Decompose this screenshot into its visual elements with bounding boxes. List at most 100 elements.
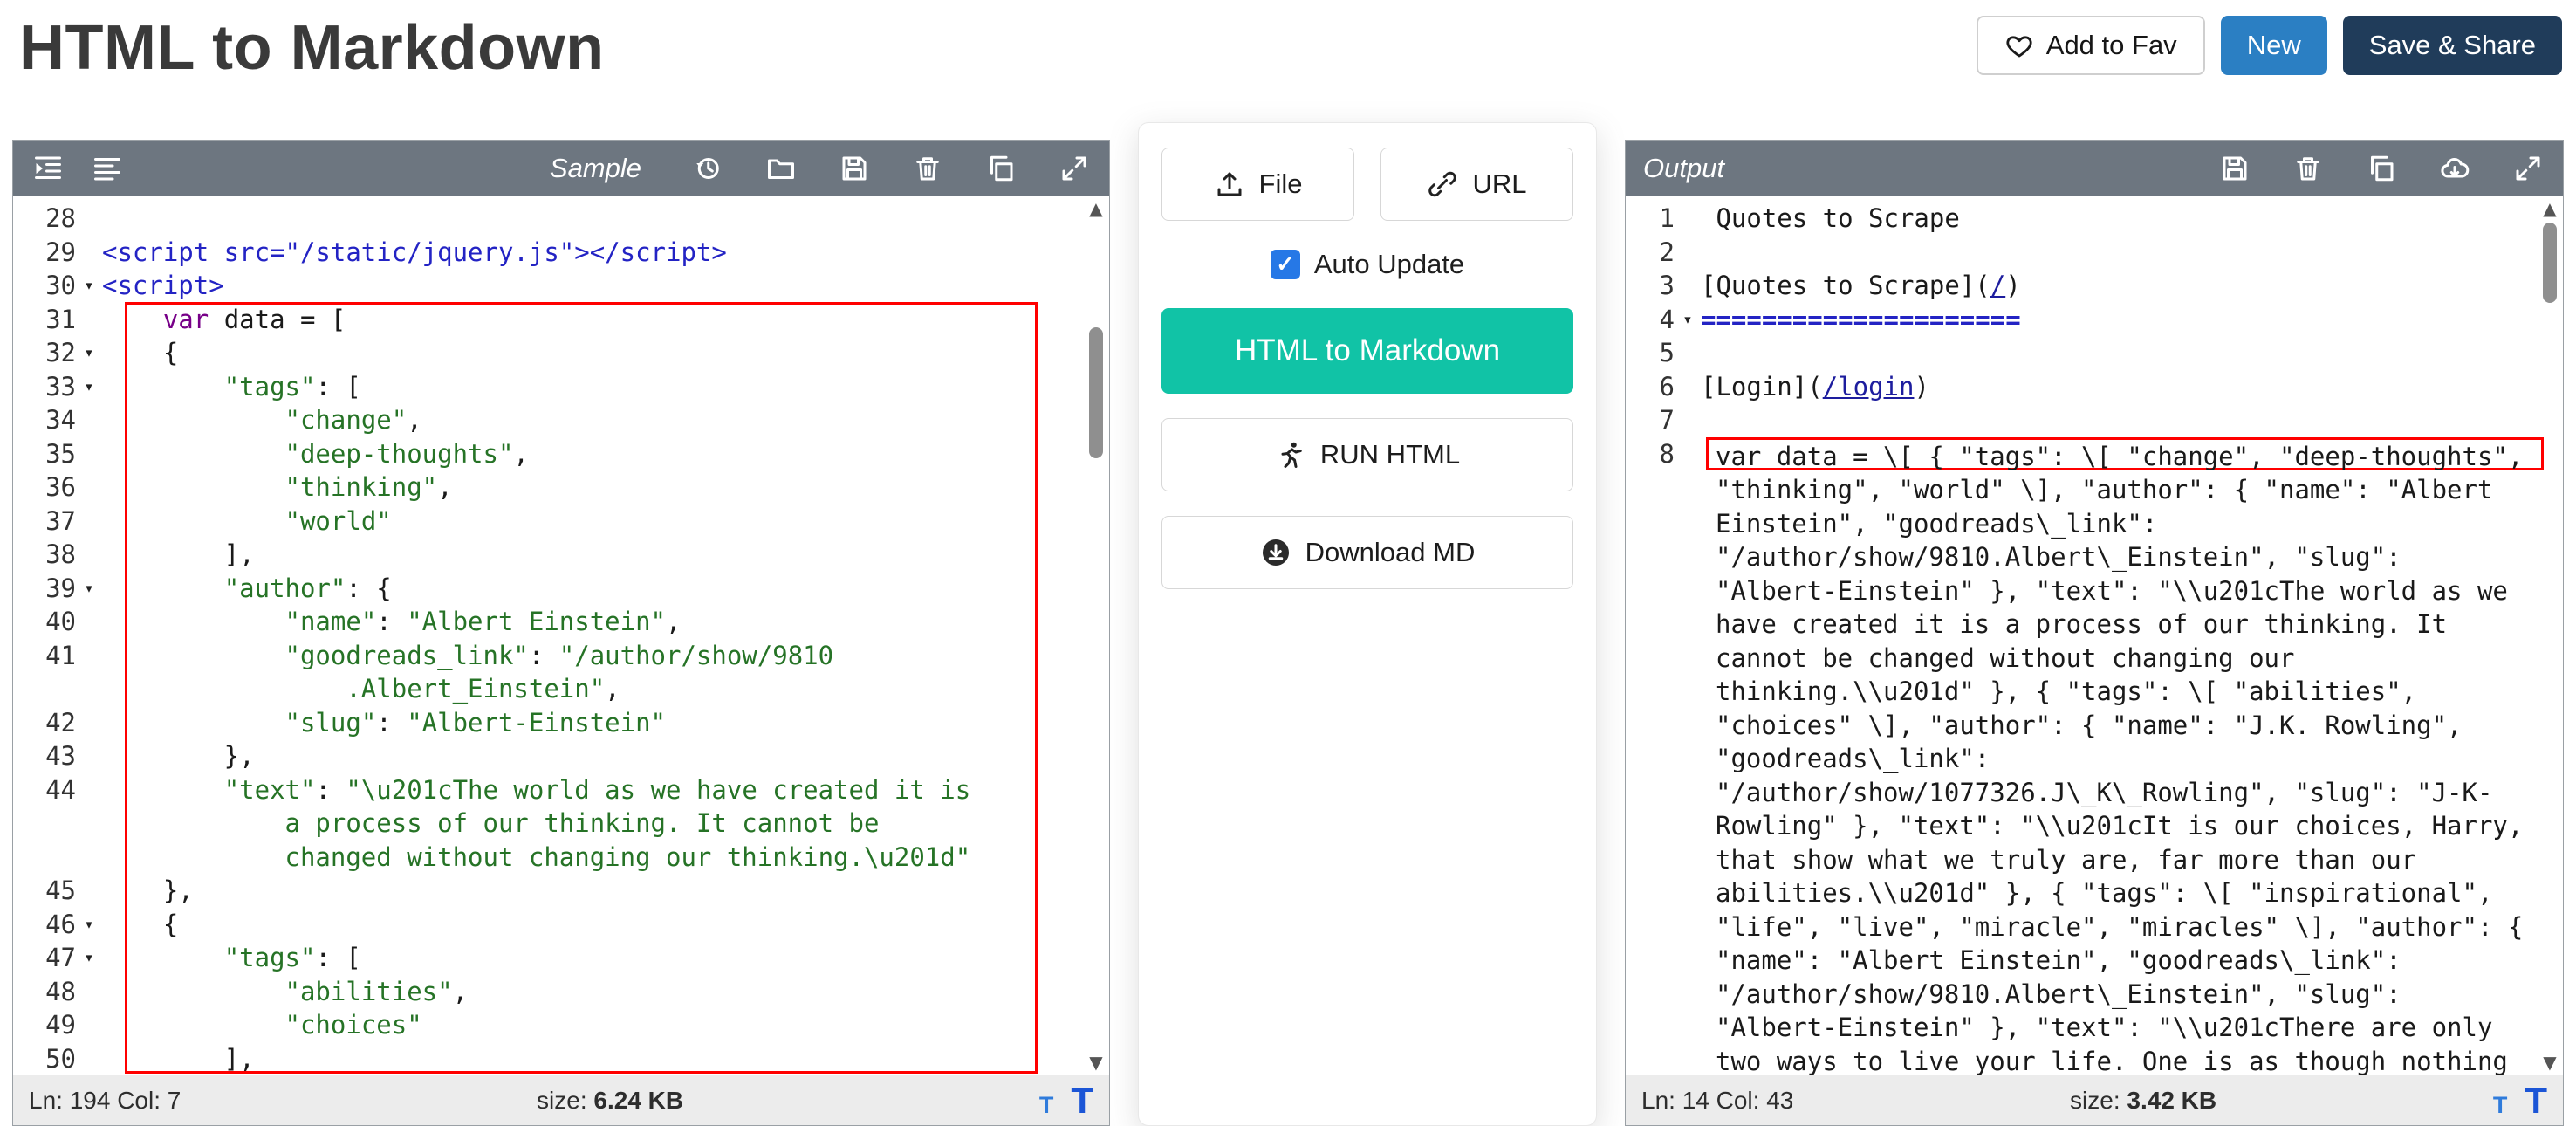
input-toolbar-icons [690, 151, 1092, 186]
file-button-label: File [1259, 168, 1303, 200]
folder-open-icon[interactable] [764, 151, 798, 186]
input-size-value: 6.24 KB [593, 1087, 683, 1114]
code-line: .Albert_Einstein", [13, 672, 1109, 706]
font-increase-button[interactable]: T [2525, 1080, 2547, 1122]
output-vertical-scrollbar[interactable]: ▲ ▼ [2537, 196, 2563, 1075]
copy-icon[interactable] [2364, 151, 2399, 186]
input-code-area[interactable]: 2829<script src="/static/jquery.js"></sc… [13, 196, 1109, 1075]
font-decrease-button[interactable]: T [2493, 1092, 2508, 1119]
code-line: 40 "name": "Albert Einstein", [13, 605, 1109, 639]
code-line: 48 "abilities", [13, 975, 1109, 1009]
source-buttons-row: File URL [1161, 148, 1573, 221]
auto-update-label: Auto Update [1314, 249, 1464, 280]
heart-icon [2004, 31, 2034, 60]
output-label: Output [1643, 153, 1724, 184]
main: Sample 2829<script src="/static/jquery.j… [0, 110, 2576, 1126]
auto-update-checkbox[interactable]: ✓ [1271, 250, 1300, 279]
output-font-controls: T T [2493, 1080, 2547, 1122]
output-paragraph-line-number: 8 [1626, 437, 1675, 471]
font-decrease-button[interactable]: T [1039, 1092, 1054, 1119]
code-line: 5 [1626, 336, 2563, 370]
trash-icon[interactable] [2291, 151, 2326, 186]
code-line: 50 ], [13, 1042, 1109, 1075]
code-line: 4▾===================== [1626, 303, 2563, 337]
link-icon [1427, 168, 1458, 200]
run-html-button[interactable]: RUN HTML [1161, 418, 1573, 491]
code-line: 35 "deep-thoughts", [13, 437, 1109, 471]
output-editor-panel: Output 1 Quotes to Scrape23[Quotes to Sc… [1625, 140, 2564, 1126]
save-icon[interactable] [837, 151, 872, 186]
code-line: 39▾ "author": { [13, 572, 1109, 606]
download-circle-icon [1260, 537, 1291, 568]
input-status-bar: Ln: 194 Col: 7 size: 6.24 KB T T [13, 1075, 1109, 1125]
cloud-download-icon[interactable] [2437, 151, 2472, 186]
controls-column: File URL ✓ Auto Update HTML to Markdown … [1110, 110, 1625, 1126]
page-header: HTML to Markdown Add to Fav New Save & S… [0, 0, 2576, 110]
input-cursor-position: Ln: 194 Col: 7 [29, 1087, 181, 1115]
code-line: 49 "choices" [13, 1008, 1109, 1042]
output-size-value: 3.42 KB [2127, 1087, 2216, 1114]
scroll-down-arrow-icon[interactable]: ▼ [2537, 1052, 2563, 1073]
sample-link[interactable]: Sample [550, 153, 641, 184]
code-line: 44 "text": "\u201cThe world as we have c… [13, 773, 1109, 807]
code-line: 41 "goodreads_link": "/author/show/9810 [13, 639, 1109, 673]
code-line: 38 ], [13, 538, 1109, 572]
expand-icon[interactable] [2511, 151, 2545, 186]
font-increase-button[interactable]: T [1071, 1080, 1093, 1122]
output-status-bar: Ln: 14 Col: 43 size: 3.42 KB T T [1626, 1075, 2563, 1125]
code-line: 42 "slug": "Albert-Einstein" [13, 706, 1109, 740]
code-line: a process of our thinking. It cannot be [13, 807, 1109, 841]
output-code-content: 1 Quotes to Scrape23[Quotes to Scrape](/… [1626, 202, 2563, 437]
auto-update-row: ✓ Auto Update [1161, 245, 1573, 284]
input-editor-panel: Sample 2829<script src="/static/jquery.j… [12, 140, 1110, 1126]
page-title: HTML to Markdown [19, 12, 605, 84]
input-size: size: 6.24 KB [181, 1087, 1039, 1115]
scrollbar-thumb[interactable] [2543, 223, 2557, 303]
download-md-label: Download MD [1305, 537, 1476, 568]
copy-icon[interactable] [983, 151, 1018, 186]
output-highlight-box: var data = \[ { "tags": \[ "change", "de… [1706, 437, 2544, 471]
input-code-content: 2829<script src="/static/jquery.js"></sc… [13, 202, 1109, 1075]
code-line: 45 }, [13, 874, 1109, 908]
app: HTML to Markdown Add to Fav New Save & S… [0, 0, 2576, 1126]
run-html-label: RUN HTML [1320, 439, 1460, 470]
add-to-fav-button[interactable]: Add to Fav [1977, 16, 2205, 75]
trash-icon[interactable] [910, 151, 945, 186]
header-actions: Add to Fav New Save & Share [1977, 16, 2562, 75]
code-line: 37 "world" [13, 505, 1109, 539]
convert-button[interactable]: HTML to Markdown [1161, 308, 1573, 394]
new-button[interactable]: New [2221, 16, 2327, 75]
code-line: 47▾ "tags": [ [13, 941, 1109, 975]
input-font-controls: T T [1039, 1080, 1093, 1122]
code-line: 1 Quotes to Scrape [1626, 202, 2563, 236]
scroll-down-arrow-icon[interactable]: ▼ [1083, 1052, 1109, 1073]
output-cursor-position: Ln: 14 Col: 43 [1641, 1087, 1793, 1115]
align-left-icon[interactable] [90, 151, 125, 186]
history-icon[interactable] [690, 151, 725, 186]
scroll-up-arrow-icon[interactable]: ▲ [2537, 198, 2563, 219]
runner-icon [1275, 439, 1306, 470]
code-line: 30▾<script> [13, 269, 1109, 303]
output-size: size: 3.42 KB [1793, 1087, 2493, 1115]
output-code-area[interactable]: 1 Quotes to Scrape23[Quotes to Scrape](/… [1626, 196, 2563, 1075]
scrollbar-thumb[interactable] [1089, 327, 1103, 458]
save-icon[interactable] [2217, 151, 2252, 186]
code-line: 36 "thinking", [13, 470, 1109, 505]
code-line: 32▾ { [13, 336, 1109, 370]
download-md-button[interactable]: Download MD [1161, 516, 1573, 589]
url-button[interactable]: URL [1380, 148, 1573, 221]
save-share-button[interactable]: Save & Share [2343, 16, 2562, 75]
code-line: 28 [13, 202, 1109, 236]
input-vertical-scrollbar[interactable]: ▲ ▼ [1083, 196, 1109, 1075]
expand-icon[interactable] [1057, 151, 1092, 186]
indent-icon[interactable] [31, 151, 65, 186]
code-line: 3[Quotes to Scrape](/) [1626, 269, 2563, 303]
code-line: 7 [1626, 403, 2563, 437]
code-line: 43 }, [13, 739, 1109, 773]
output-paragraph-row: 8 var data = \[ { "tags": \[ "change", "… [1626, 437, 2563, 471]
controls-card: File URL ✓ Auto Update HTML to Markdown … [1138, 122, 1597, 1126]
file-button[interactable]: File [1161, 148, 1354, 221]
code-line: 33▾ "tags": [ [13, 370, 1109, 404]
output-toolbar: Output [1626, 141, 2563, 196]
scroll-up-arrow-icon[interactable]: ▲ [1083, 198, 1109, 219]
